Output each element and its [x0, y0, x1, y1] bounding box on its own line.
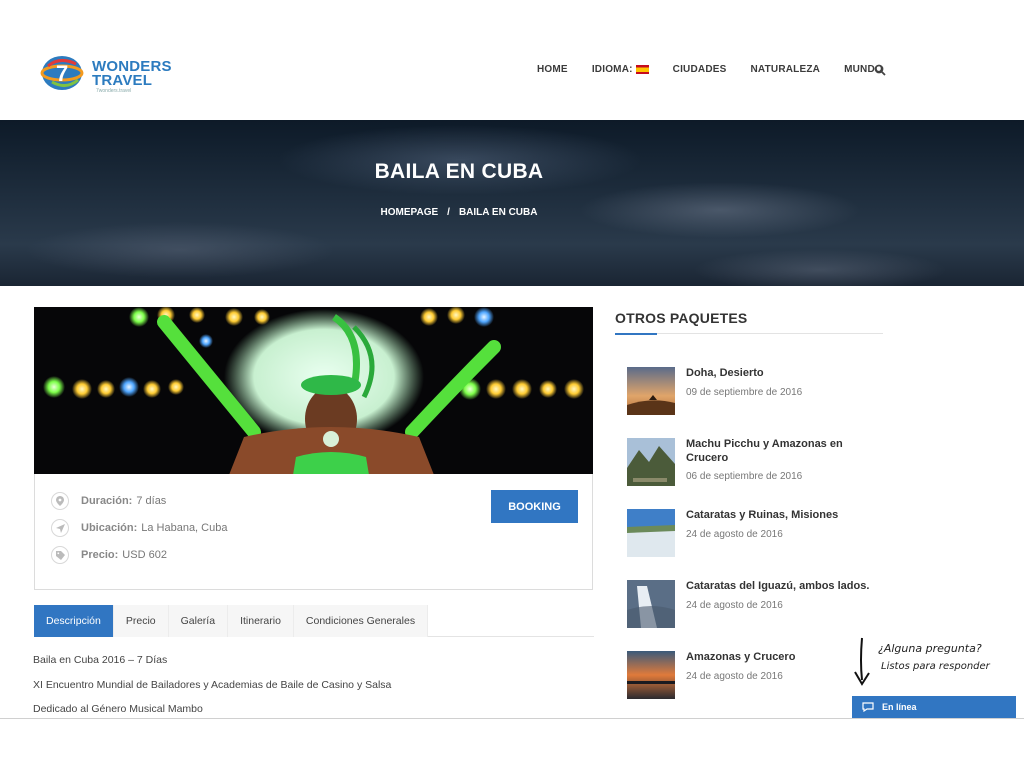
svg-text:7: 7 [56, 61, 68, 86]
package-title[interactable]: Cataratas y Ruinas, Misiones [686, 508, 886, 522]
package-item[interactable]: Doha, Desierto 09 de septiembre de 2016 [627, 367, 887, 415]
breadcrumb: HOMEPAGE / BAILA EN CUBA [0, 207, 918, 218]
chat-prompt-line2: Listos para responder [881, 661, 990, 672]
viewport-bottom-divider [0, 718, 1024, 719]
location-row: Ubicación: La Habana, Cuba [51, 519, 227, 537]
tab-itinerario[interactable]: Itinerario [228, 605, 294, 637]
package-date: 24 de agosto de 2016 [686, 529, 783, 540]
package-item[interactable]: Cataratas del Iguazú, ambos lados. 24 de… [627, 580, 887, 628]
page-hero: BAILA EN CUBA HOMEPAGE / BAILA EN CUBA [0, 120, 1024, 286]
sidebar-title-accent [615, 333, 657, 335]
nav-naturaleza-label: NATURALEZA [750, 64, 821, 75]
description-line: XI Encuentro Mundial de Bailadores y Aca… [33, 679, 392, 691]
booking-button[interactable]: BOOKING [491, 490, 578, 523]
package-date: 09 de septiembre de 2016 [686, 387, 803, 398]
description-line: Baila en Cuba 2016 – 7 Días [33, 654, 168, 666]
chat-prompt-line1: ¿Alguna pregunta? [878, 642, 982, 655]
price-tag-icon [51, 546, 69, 564]
tour-main-image [34, 307, 593, 475]
globe-logo-icon: 7 [40, 56, 84, 90]
nav-ciudades[interactable]: CIUDADES [673, 64, 727, 75]
nav-home[interactable]: HOME [537, 64, 568, 75]
logo-tagline: 7wonders.travel [96, 88, 132, 94]
tab-galeria[interactable]: Galería [168, 605, 229, 637]
package-date: 06 de septiembre de 2016 [686, 471, 803, 482]
description-line: Dedicado al Género Musical Mambo [33, 703, 203, 715]
tour-info-box: Duración: 7 días Ubicación: La Habana, C… [34, 474, 593, 590]
breadcrumb-separator: / [447, 207, 450, 218]
breadcrumb-home[interactable]: HOMEPAGE [381, 207, 439, 218]
package-date: 24 de agosto de 2016 [686, 671, 783, 682]
package-thumbnail [627, 651, 675, 699]
price-row: Precio: USD 602 [51, 546, 167, 564]
tab-descripcion[interactable]: Descripción [34, 605, 114, 637]
tour-tabs: Descripción Precio Galería Itinerario Co… [34, 605, 594, 637]
main-nav: HOME IDIOMA: CIUDADES NATURALEZA MUNDO [537, 64, 907, 75]
tab-condiciones[interactable]: Condiciones Generales [293, 605, 429, 637]
breadcrumb-current: BAILA EN CUBA [458, 207, 538, 218]
package-title[interactable]: Machu Picchu y Amazonas en Crucero [686, 437, 886, 465]
duration-value: 7 días [136, 495, 167, 507]
price-label: Precio: [81, 549, 119, 561]
logo-text: WONDERS TRAVEL [92, 59, 172, 89]
package-date: 24 de agosto de 2016 [686, 600, 783, 611]
page-title: BAILA EN CUBA [374, 160, 544, 183]
chat-prompt: ¿Alguna pregunta? Listos para responder [878, 640, 1018, 676]
package-title[interactable]: Doha, Desierto [686, 366, 886, 380]
package-item[interactable]: Machu Picchu y Amazonas en Crucero 06 de… [627, 438, 887, 486]
package-thumbnail [627, 367, 675, 415]
package-item[interactable]: Amazonas y Crucero 24 de agosto de 2016 [627, 651, 887, 699]
site-header: 7 WONDERS TRAVEL 7wonders.travel HOME ID… [0, 0, 1024, 120]
location-label: Ubicación: [81, 522, 138, 534]
chat-status-label: En línea [882, 702, 917, 712]
package-thumbnail [627, 438, 675, 486]
package-thumbnail [627, 580, 675, 628]
live-chat-button[interactable]: En línea [852, 696, 1016, 718]
spain-flag-icon [635, 65, 649, 74]
nav-home-label: HOME [537, 64, 568, 75]
dancer-photo [34, 307, 593, 475]
location-pin-icon [51, 492, 69, 510]
search-icon[interactable] [874, 64, 886, 76]
package-title[interactable]: Cataratas del Iguazú, ambos lados. [686, 579, 886, 593]
nav-language-label: IDIOMA: [591, 64, 633, 75]
sidebar-title: OTROS PAQUETES [615, 310, 748, 326]
package-thumbnail [627, 509, 675, 557]
nav-language[interactable]: IDIOMA: [592, 64, 649, 75]
logo-line2: TRAVEL [92, 72, 153, 89]
duration-row: Duración: 7 días [51, 492, 166, 510]
tab-precio[interactable]: Precio [113, 605, 169, 637]
arrow-down-icon [854, 637, 870, 686]
chat-bubble-icon [862, 702, 874, 712]
duration-label: Duración: [81, 495, 133, 507]
nav-naturaleza[interactable]: NATURALEZA [750, 64, 820, 75]
logo[interactable]: 7 WONDERS TRAVEL 7wonders.travel [38, 52, 188, 98]
price-value: USD 602 [122, 549, 167, 561]
nav-ciudades-label: CIUDADES [672, 64, 727, 75]
location-value: La Habana, Cuba [141, 522, 228, 534]
send-arrow-icon [51, 519, 69, 537]
package-item[interactable]: Cataratas y Ruinas, Misiones 24 de agost… [627, 509, 887, 557]
sidebar-title-divider [615, 333, 883, 335]
